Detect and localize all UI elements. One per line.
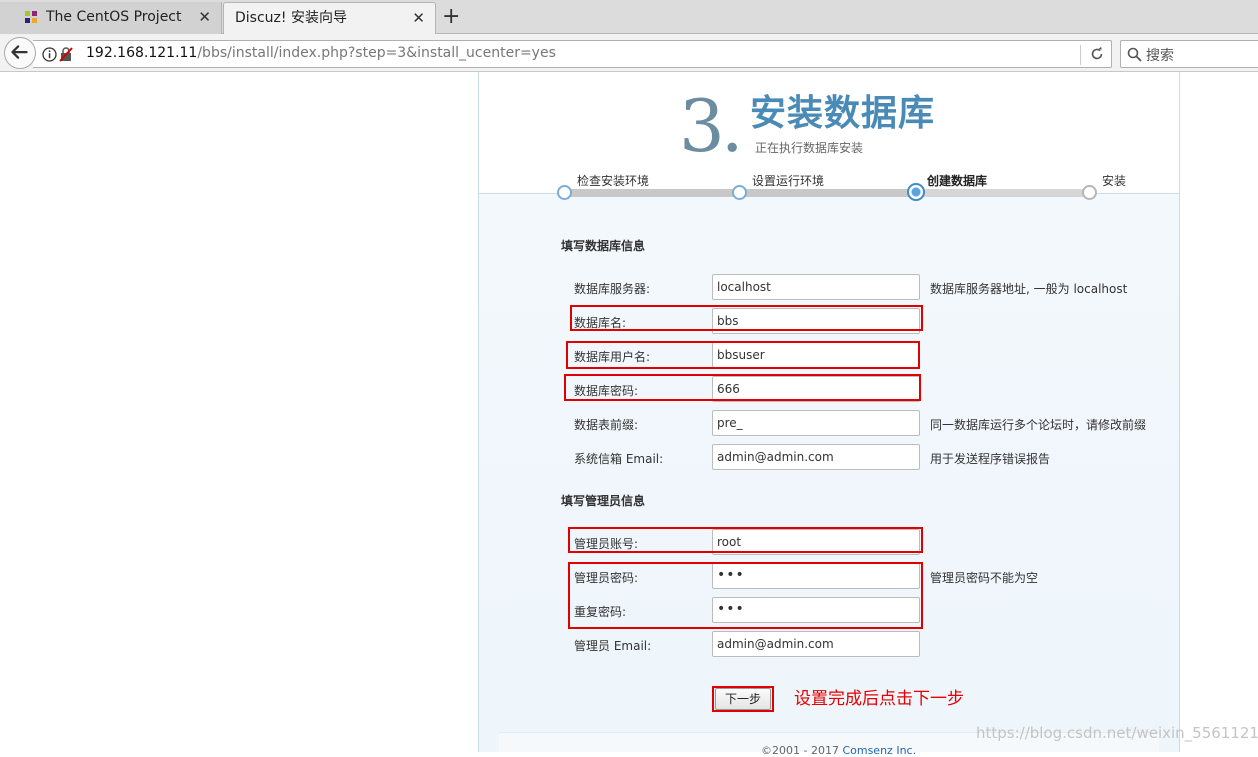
- reload-icon[interactable]: [1089, 46, 1105, 62]
- tab-bar: The CentOS Project ✕ Discuz! 安装向导 ✕ +: [0, 0, 1258, 34]
- search-placeholder: 搜索: [1146, 48, 1174, 64]
- page-subtitle: 正在执行数据库安装: [755, 141, 864, 155]
- step-4-dot-icon: [1082, 185, 1097, 200]
- address-bar[interactable]: 192.168.121.11/bbs/install/index.php?ste…: [33, 40, 1112, 68]
- footer-prefix: ©2001 - 2017: [761, 744, 843, 757]
- tab-centos[interactable]: The CentOS Project ✕: [0, 2, 222, 34]
- back-button[interactable]: [4, 37, 36, 69]
- step-label-create-db: 创建数据库: [927, 174, 988, 188]
- step-3-dot-icon: [907, 183, 925, 201]
- centos-favicon-icon: [25, 11, 37, 23]
- step-1-dot-icon: [557, 185, 572, 200]
- db-host-input[interactable]: localhost: [712, 274, 920, 300]
- tab-title: Discuz! 安装向导: [235, 10, 347, 26]
- new-tab-icon[interactable]: +: [442, 4, 460, 30]
- db-host-hint: 数据库服务器地址, 一般为 localhost: [930, 282, 1128, 296]
- search-icon: [1127, 47, 1142, 62]
- footer-copyright: ©2001 - 2017 Comsenz Inc.: [761, 744, 916, 757]
- system-email-label: 系统信箱 Email:: [574, 452, 664, 466]
- url-path: /bbs/install/index.php?step=3&install_uc…: [197, 45, 556, 61]
- admin-email-input[interactable]: admin@admin.com: [712, 631, 920, 657]
- insecure-lock-icon[interactable]: [59, 47, 73, 62]
- navigation-bar: 192.168.121.11/bbs/install/index.php?ste…: [0, 34, 1258, 72]
- system-email-input[interactable]: admin@admin.com: [712, 444, 920, 470]
- watermark: https://blog.csdn.net/weixin_55611216: [976, 724, 1258, 742]
- step-label-setup-env: 设置运行环境: [752, 174, 825, 188]
- search-bar[interactable]: 搜索: [1120, 40, 1258, 68]
- back-arrow-icon: [11, 45, 28, 59]
- step-2-dot-icon: [732, 185, 747, 200]
- url-host: 192.168.121.11: [86, 45, 198, 61]
- step-label-check-env: 检查安装环境: [577, 174, 650, 188]
- table-prefix-label: 数据表前缀:: [574, 418, 639, 432]
- installer-panel: 3. 安装数据库 正在执行数据库安装 检查安装环境 设置运行环境 创建数据库 安…: [478, 72, 1180, 757]
- page-title: 安装数据库: [750, 93, 936, 134]
- close-tab-icon[interactable]: ✕: [198, 2, 211, 32]
- admin-section-title: 填写管理员信息: [561, 494, 646, 508]
- highlight-box-admin-passwords: [568, 562, 923, 629]
- divider: [1080, 45, 1081, 65]
- tab-discuz-install[interactable]: Discuz! 安装向导 ✕: [223, 2, 436, 34]
- db-host-label: 数据库服务器:: [574, 282, 651, 296]
- highlight-box-admin-account: [568, 527, 923, 553]
- close-tab-icon[interactable]: ✕: [412, 3, 425, 33]
- url-text[interactable]: 192.168.121.11/bbs/install/index.php?ste…: [86, 45, 556, 61]
- admin-password-hint: 管理员密码不能为空: [930, 571, 1039, 585]
- admin-email-label: 管理员 Email:: [574, 639, 652, 653]
- table-prefix-input[interactable]: pre_: [712, 410, 920, 436]
- table-prefix-hint: 同一数据库运行多个论坛时，请修改前缀: [930, 418, 1147, 432]
- db-section-title: 填写数据库信息: [561, 239, 646, 253]
- highlight-box-db-user: [566, 341, 920, 369]
- highlight-box-db-password: [564, 374, 921, 401]
- highlight-box-db-name: [570, 305, 923, 331]
- system-email-hint: 用于发送程序错误报告: [930, 452, 1051, 466]
- footer-brand-link[interactable]: Comsenz Inc.: [842, 744, 916, 757]
- next-step-button[interactable]: 下一步: [715, 688, 771, 710]
- info-icon[interactable]: [42, 47, 57, 62]
- tab-title: The CentOS Project: [46, 9, 182, 25]
- annotation-text: 设置完成后点击下一步: [794, 689, 964, 709]
- step-label-install: 安装: [1102, 174, 1127, 188]
- step-number: 3.: [679, 84, 744, 168]
